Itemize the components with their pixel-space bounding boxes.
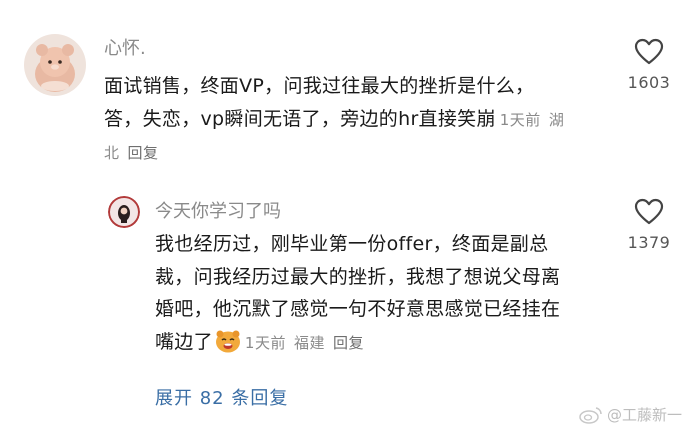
expand-replies-link[interactable]: 展开 82 条回复 — [155, 384, 288, 410]
reply-like-count: 1379 — [627, 233, 671, 252]
reply-text-block: 我也经历过，刚毕业第一份offer，终面是副总裁，问我经历过最大的挫折，我想了想… — [155, 228, 575, 363]
comment-time: 1天前 — [499, 110, 541, 129]
laughing-bear-emoji — [215, 329, 241, 364]
girl-avatar-icon — [108, 196, 140, 228]
comment-text: 面试销售，终面VP，问我过往最大的挫折是什么，答，失恋，vp瞬间无语了，旁边的h… — [104, 75, 535, 130]
watermark: @工藤新一 — [579, 404, 682, 425]
comment-like[interactable]: 1603 — [625, 38, 673, 92]
comment-like-count: 1603 — [627, 73, 671, 92]
comment-username[interactable]: 心怀. — [104, 37, 146, 61]
reply-time: 1天前 — [244, 333, 286, 352]
heart-outline-icon[interactable] — [634, 38, 664, 66]
comment-reply-button[interactable]: 回复 — [128, 144, 159, 162]
reply-like[interactable]: 1379 — [625, 198, 673, 252]
reply-location: 福建 — [293, 333, 325, 352]
watermark-text: @工藤新一 — [606, 406, 682, 424]
plush-bear-avatar-icon — [24, 34, 86, 96]
reply-avatar[interactable] — [108, 196, 140, 228]
reply-username[interactable]: 今天你学习了吗 — [155, 200, 281, 224]
comment-text-block: 面试销售，终面VP，问我过往最大的挫折是什么，答，失恋，vp瞬间无语了，旁边的h… — [104, 70, 572, 170]
reply-meta: 1天前 福建 回复 — [245, 334, 372, 352]
reply-reply-button[interactable]: 回复 — [333, 334, 364, 352]
weibo-logo-icon — [579, 406, 602, 424]
avatar[interactable] — [24, 34, 86, 96]
heart-outline-icon[interactable] — [634, 198, 664, 226]
